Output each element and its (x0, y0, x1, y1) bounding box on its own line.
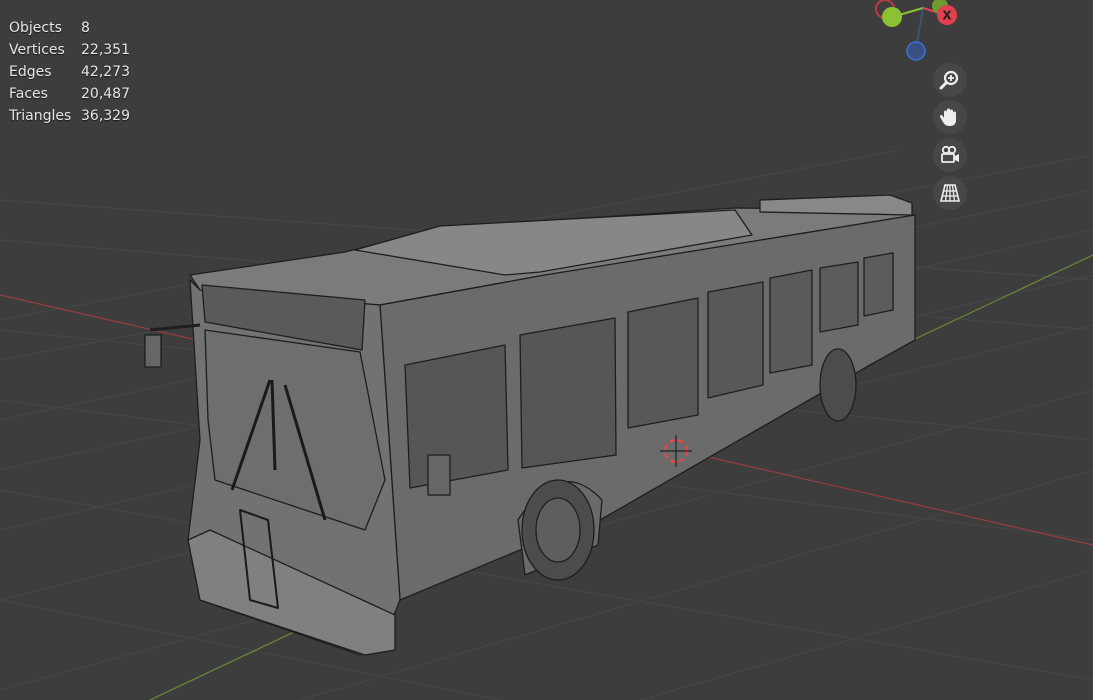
viewport-statistics: Objects 8 Vertices 22,351 Edges 42,273 F… (9, 17, 130, 127)
camera-view-icon (941, 145, 959, 163)
stat-label: Vertices (9, 42, 65, 58)
pan-view-button[interactable] (933, 100, 967, 134)
stat-value: 22,351 (81, 42, 130, 58)
perspective-toggle-icon (939, 184, 961, 202)
pan-view-icon (939, 108, 956, 126)
stat-value: 20,487 (81, 86, 130, 102)
3d-viewport[interactable] (0, 0, 1093, 700)
zoom-view-icon (939, 70, 959, 90)
stat-label: Edges (9, 64, 52, 80)
navigation-gizmo[interactable]: X (868, 0, 968, 70)
stat-row-vertices: Vertices 22,351 (9, 39, 130, 61)
bus-model[interactable] (144, 194, 916, 656)
stat-row-objects: Objects 8 (9, 17, 130, 39)
stat-row-edges: Edges 42,273 (9, 61, 130, 83)
stat-row-faces: Faces 20,487 (9, 83, 130, 105)
camera-view-button[interactable] (933, 138, 967, 172)
stat-value: 42,273 (81, 64, 130, 80)
stat-value: 36,329 (81, 108, 130, 124)
stat-label: Triangles (9, 108, 72, 124)
z-axis-negative-ball (906, 41, 926, 61)
stat-label: Faces (9, 86, 48, 102)
y-axis-ball (882, 7, 902, 27)
zoom-view-button[interactable] (933, 63, 967, 97)
stat-value: 8 (81, 20, 90, 36)
x-axis-label: X (942, 9, 952, 23)
perspective-toggle-button[interactable] (933, 176, 967, 210)
stat-label: Objects (9, 20, 62, 36)
stat-row-triangles: Triangles 36,329 (9, 105, 130, 127)
